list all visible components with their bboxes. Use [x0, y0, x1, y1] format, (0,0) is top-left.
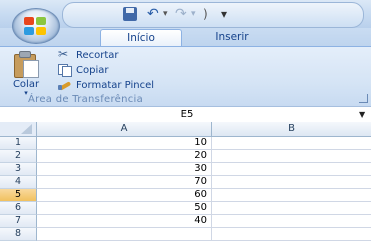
cell-b6[interactable]	[212, 202, 371, 215]
select-all-corner[interactable]	[0, 122, 37, 137]
quick-access-toolbar: ↶ ▾ ↷ ▾ ) ▾	[62, 2, 364, 28]
cell-b4[interactable]	[212, 176, 371, 189]
clipboard-group-label: Área de Transferência	[0, 93, 371, 106]
qat-separator-icon: )	[203, 7, 208, 21]
cell-a6[interactable]: 50	[37, 202, 212, 215]
cell-b7[interactable]	[212, 215, 371, 228]
cell-b5[interactable]	[212, 189, 371, 202]
customize-qat-icon[interactable]: ▾	[221, 6, 239, 22]
copy-icon	[58, 64, 72, 77]
column-header-a[interactable]: A	[37, 122, 212, 137]
cut-button[interactable]: Recortar	[58, 47, 119, 63]
cell-b2[interactable]	[212, 150, 371, 163]
cell-a1[interactable]: 10	[37, 137, 212, 150]
save-icon[interactable]	[121, 6, 139, 22]
brush-icon	[58, 79, 72, 91]
cell-b3[interactable]	[212, 163, 371, 176]
office-button[interactable]	[12, 8, 60, 44]
row-header[interactable]: 7	[0, 215, 37, 228]
scissors-icon	[58, 47, 72, 61]
cell-b1[interactable]	[212, 137, 371, 150]
format-painter-label: Formatar Pincel	[76, 80, 155, 91]
tab-inicio[interactable]: Início	[100, 29, 182, 47]
clipboard-icon	[14, 51, 39, 78]
ribbon-clipboard-group: Colar ▾ Recortar Copiar Formatar Pincel …	[0, 46, 371, 107]
office-logo-icon	[24, 17, 48, 35]
row-header[interactable]: 4	[0, 176, 37, 189]
dialog-launcher-icon[interactable]	[359, 94, 368, 103]
cell-a7[interactable]: 40	[37, 215, 212, 228]
name-box[interactable]: E5	[14, 108, 360, 122]
copy-label: Copiar	[76, 65, 109, 76]
row-header[interactable]: 3	[0, 163, 37, 176]
spreadsheet-grid: A B 1 10 2 20 3 30 4 70 5 60 6 50 7 40 8	[0, 122, 371, 242]
tab-inserir[interactable]: Inserir	[197, 29, 267, 46]
row-header[interactable]: 8	[0, 228, 37, 241]
cell-b8[interactable]	[212, 228, 371, 241]
name-box-dropdown-icon[interactable]: ▼	[359, 108, 365, 122]
paste-button[interactable]: Colar ▾	[4, 49, 48, 97]
cell-a3[interactable]: 30	[37, 163, 212, 176]
cell-a8[interactable]	[37, 228, 212, 241]
row-header[interactable]: 6	[0, 202, 37, 215]
row-header[interactable]: 2	[0, 150, 37, 163]
format-painter-button[interactable]: Formatar Pincel	[58, 79, 154, 93]
cut-label: Recortar	[76, 50, 119, 61]
column-header-b[interactable]: B	[212, 122, 371, 137]
cell-a2[interactable]: 20	[37, 150, 212, 163]
row-header-active[interactable]: 5	[0, 189, 37, 202]
copy-button[interactable]: Copiar	[58, 64, 108, 78]
cell-a4[interactable]: 70	[37, 176, 212, 189]
group-label-text: Área de Transferência	[28, 94, 144, 105]
cell-a5[interactable]: 60	[37, 189, 212, 202]
row-header[interactable]: 1	[0, 137, 37, 150]
